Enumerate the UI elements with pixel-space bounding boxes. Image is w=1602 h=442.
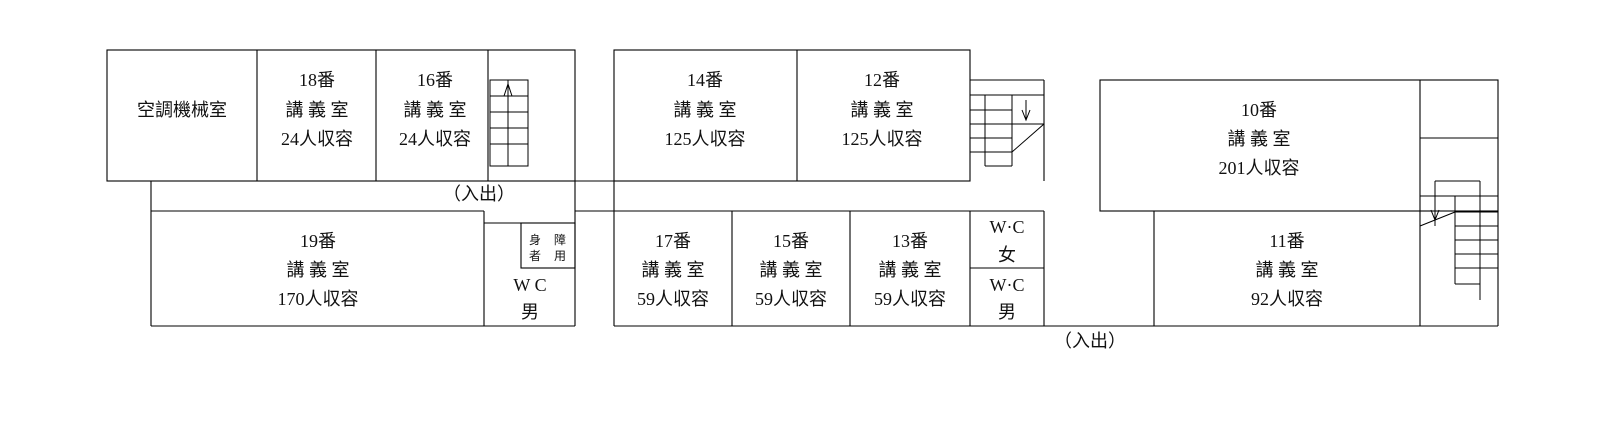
- accessible-char: 者: [529, 249, 541, 263]
- room-number: 10番: [1241, 100, 1277, 120]
- room-type: 講 義 室: [404, 100, 467, 120]
- wc-gender: 女: [998, 245, 1016, 265]
- room-16: 16番 講 義 室 24人収容: [399, 70, 471, 149]
- room-type: 講 義 室: [760, 260, 823, 280]
- room-type: 講 義 室: [1256, 260, 1319, 280]
- room-number: 17番: [655, 231, 691, 251]
- room-number: 14番: [687, 70, 723, 90]
- room-capacity: 24人収容: [281, 129, 353, 149]
- room-type: 講 義 室: [851, 100, 914, 120]
- room-17: 17番 講 義 室 59人収容: [637, 231, 709, 309]
- room-number: 11番: [1269, 231, 1304, 251]
- room-number: 13番: [892, 231, 928, 251]
- stair-middle: [970, 94, 1045, 167]
- floor-plan: 空調機械室 18番 講 義 室 24人収容 16番 講 義 室 24人収容 14…: [106, 49, 1499, 351]
- room-capacity: 59人収容: [755, 289, 827, 309]
- room-type: 講 義 室: [642, 260, 705, 280]
- room-capacity: 170人収容: [278, 289, 359, 309]
- stair-east: [1419, 180, 1498, 300]
- entrance-west-label: （入出）: [443, 184, 515, 204]
- room-18: 18番 講 義 室 24人収容: [281, 70, 353, 149]
- room-type: 講 義 室: [674, 100, 737, 120]
- wc-male: W·C 男: [990, 275, 1025, 322]
- room-number: 19番: [300, 231, 336, 251]
- wc-label: W·C: [990, 217, 1025, 237]
- room-capacity: 59人収容: [874, 289, 946, 309]
- accessible-toilet: 身 障 者 用: [529, 232, 566, 263]
- room-10: 10番 講 義 室 201人収容: [1219, 100, 1300, 178]
- room-number: 15番: [773, 231, 809, 251]
- room-13: 13番 講 義 室 59人収容: [874, 231, 946, 309]
- room-12: 12番 講 義 室 125人収容: [842, 70, 923, 149]
- wc-label: W C: [513, 275, 546, 295]
- aircon-room-label: 空調機械室: [137, 100, 227, 120]
- room-19: 19番 講 義 室 170人収容: [278, 231, 359, 309]
- stair-west: [489, 79, 529, 167]
- wc-female: W·C 女: [990, 217, 1025, 265]
- room-type: 講 義 室: [879, 260, 942, 280]
- accessible-char: 身: [529, 232, 541, 247]
- middle-block-walls: [613, 49, 1498, 327]
- room-15: 15番 講 義 室 59人収容: [755, 231, 827, 309]
- wc-gender: 男: [998, 302, 1016, 322]
- room-capacity: 125人収容: [665, 129, 746, 149]
- room-14: 14番 講 義 室 125人収容: [665, 70, 746, 149]
- room-type: 講 義 室: [1228, 129, 1291, 149]
- room-type: 講 義 室: [287, 260, 350, 280]
- room-number: 18番: [299, 70, 335, 90]
- room-number: 12番: [864, 70, 900, 90]
- room-capacity: 201人収容: [1219, 158, 1300, 178]
- room-capacity: 59人収容: [637, 289, 709, 309]
- room-type: 講 義 室: [286, 100, 349, 120]
- wc-west-male: W C 男: [513, 275, 546, 322]
- east-upper-outline: [1099, 79, 1499, 212]
- room-capacity: 24人収容: [399, 129, 471, 149]
- accessible-char: 障: [554, 232, 566, 247]
- wc-gender: 男: [521, 302, 539, 322]
- wc-label: W·C: [990, 275, 1025, 295]
- entrance-east-label: （入出）: [1054, 331, 1126, 351]
- accessible-char: 用: [554, 249, 566, 263]
- middle-upper-outline: [613, 49, 971, 182]
- room-capacity: 125人収容: [842, 129, 923, 149]
- room-11: 11番 講 義 室 92人収容: [1251, 231, 1323, 309]
- room-number: 16番: [417, 70, 453, 90]
- room-capacity: 92人収容: [1251, 289, 1323, 309]
